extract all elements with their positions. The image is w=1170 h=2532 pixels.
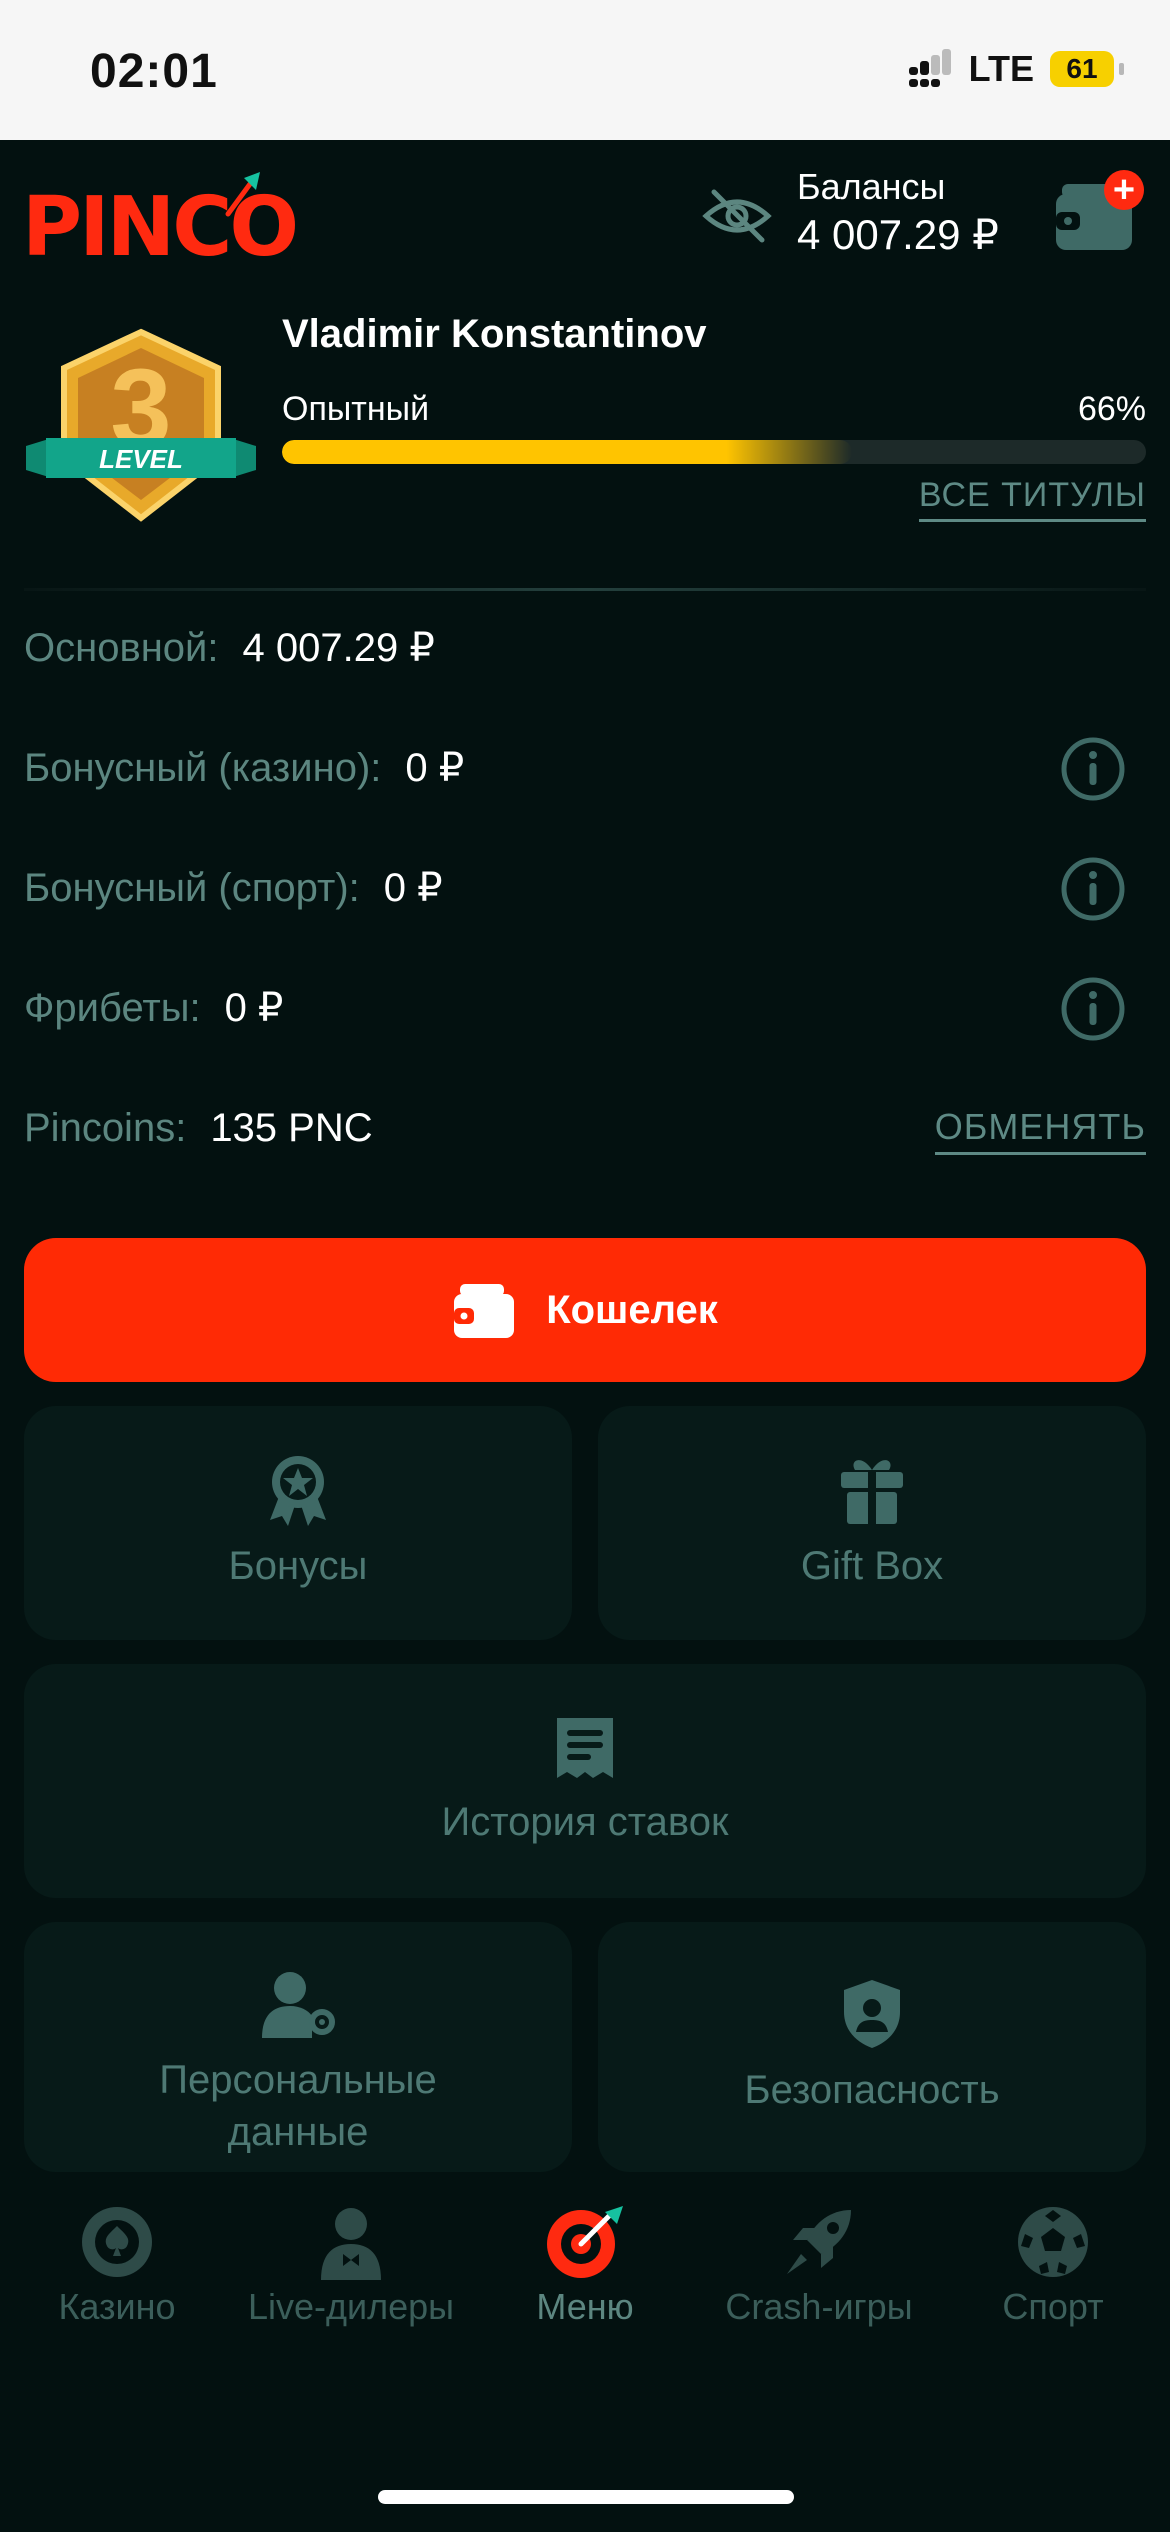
personal-data-label-line1: Персональные — [159, 2058, 437, 2102]
tab-label: Live-дилеры — [247, 2286, 455, 2327]
hide-balance-eye-icon[interactable] — [702, 186, 772, 246]
gift-icon — [841, 1460, 903, 1524]
target-icon — [547, 2206, 623, 2278]
balance-value: 135 PNC — [210, 1105, 373, 1150]
status-bar: 02:01 LTE 61 — [0, 0, 1170, 140]
status-time: 02:01 — [90, 45, 218, 98]
tab-casino[interactable]: Казино — [0, 2204, 234, 2328]
balance-label: Pincoins: — [24, 1105, 187, 1150]
balance-label: Основной: — [24, 625, 219, 670]
user-settings-icon — [262, 1972, 335, 2038]
shield-user-icon — [844, 1980, 900, 2048]
user-rank: Опытный — [282, 390, 430, 428]
gift-box-label: Gift Box — [800, 1544, 944, 1588]
rank-progress-fill — [282, 440, 853, 464]
bonuses-label: Бонусы — [228, 1544, 368, 1588]
soccer-ball-icon — [1018, 2207, 1088, 2277]
casino-chip-icon — [82, 2207, 152, 2277]
all-titles-link[interactable]: ВСЕ ТИТУЛЫ — [918, 476, 1146, 522]
deposit-wallet-button[interactable]: + — [1054, 170, 1144, 256]
award-ribbon-icon — [270, 1456, 326, 1526]
bonuses-tile[interactable]: Бонусы — [24, 1406, 572, 1640]
tab-sport[interactable]: Спорт — [936, 2204, 1170, 2328]
personal-data-label: Персональные данные — [159, 2054, 437, 2158]
info-icon[interactable] — [1060, 736, 1126, 802]
balance-row-casino-bonus: Бонусный (казино): 0 ₽ — [24, 728, 1146, 808]
level-badge: 3 LEVEL — [26, 328, 256, 522]
wallet-icon — [454, 1284, 515, 1338]
status-indicators: LTE 61 — [908, 48, 1124, 90]
rocket-icon — [787, 2210, 851, 2274]
balance-row-main: Основной: 4 007.29 ₽ — [24, 608, 1146, 688]
balances-value: 4 007.29 ₽ — [797, 211, 999, 258]
tab-live-dealers[interactable]: Live-дилеры — [234, 2204, 468, 2328]
rank-progress-percent: 66% — [1077, 390, 1146, 428]
level-word: LEVEL — [99, 444, 183, 474]
section-divider — [24, 588, 1146, 591]
wallet-button-label: Кошелек — [546, 1287, 718, 1332]
receipt-icon — [557, 1718, 613, 1778]
security-tile[interactable]: Безопасность — [598, 1922, 1146, 2172]
balance-row-pincoins: Pincoins: 135 PNC ОБМЕНЯТЬ — [24, 1088, 1146, 1168]
balance-label: Бонусный (спорт): — [24, 865, 360, 910]
plus-icon: + — [1104, 170, 1144, 210]
home-indicator[interactable] — [378, 2490, 794, 2504]
tab-label: Казино — [58, 2286, 176, 2327]
balances-label: Балансы — [797, 166, 946, 207]
battery-icon: 61 — [1050, 51, 1124, 87]
tab-crash-games[interactable]: Crash-игры — [702, 2204, 936, 2328]
personal-data-tile[interactable]: Персональные данные — [24, 1922, 572, 2172]
balance-row-sport-bonus: Бонусный (спорт): 0 ₽ — [24, 848, 1146, 928]
balance-label: Фрибеты: — [24, 985, 201, 1030]
bet-history-tile[interactable]: История ставок — [24, 1664, 1146, 1898]
balance-value: 0 ₽ — [224, 986, 284, 1030]
exchange-link[interactable]: ОБМЕНЯТЬ — [934, 1106, 1146, 1155]
balance-value: 0 ₽ — [383, 866, 443, 910]
wallet-button[interactable]: Кошелек — [24, 1238, 1146, 1382]
security-label: Безопасность — [744, 2068, 1000, 2112]
info-icon[interactable] — [1060, 856, 1126, 922]
user-name: Vladimir Konstantinov — [282, 312, 707, 356]
dealer-icon — [321, 2208, 381, 2280]
info-icon[interactable] — [1060, 976, 1126, 1042]
rank-progress-bar — [282, 440, 1146, 464]
network-type: LTE — [968, 48, 1034, 89]
bet-history-label: История ставок — [441, 1800, 729, 1844]
balance-value: 0 ₽ — [405, 746, 465, 790]
balance-value: 4 007.29 ₽ — [242, 626, 435, 670]
bottom-navigation: Казино Live-дилеры Меню Crash-игры Спорт — [0, 2172, 1170, 2532]
tab-menu[interactable]: Меню — [468, 2204, 702, 2328]
app-header: PINCO Балансы 4 007.29 ₽ + — [0, 140, 1170, 288]
tab-label: Меню — [536, 2286, 634, 2327]
gift-box-tile[interactable]: Gift Box — [598, 1406, 1146, 1640]
balance-label: Бонусный (казино): — [24, 745, 382, 790]
tab-label: Crash-игры — [725, 2286, 913, 2327]
tab-label: Спорт — [1002, 2286, 1104, 2327]
signal-icon — [908, 49, 953, 89]
personal-data-label-line2: данные — [227, 2110, 369, 2154]
logo-dart-icon — [225, 172, 260, 217]
balance-row-freebets: Фрибеты: 0 ₽ — [24, 968, 1146, 1048]
